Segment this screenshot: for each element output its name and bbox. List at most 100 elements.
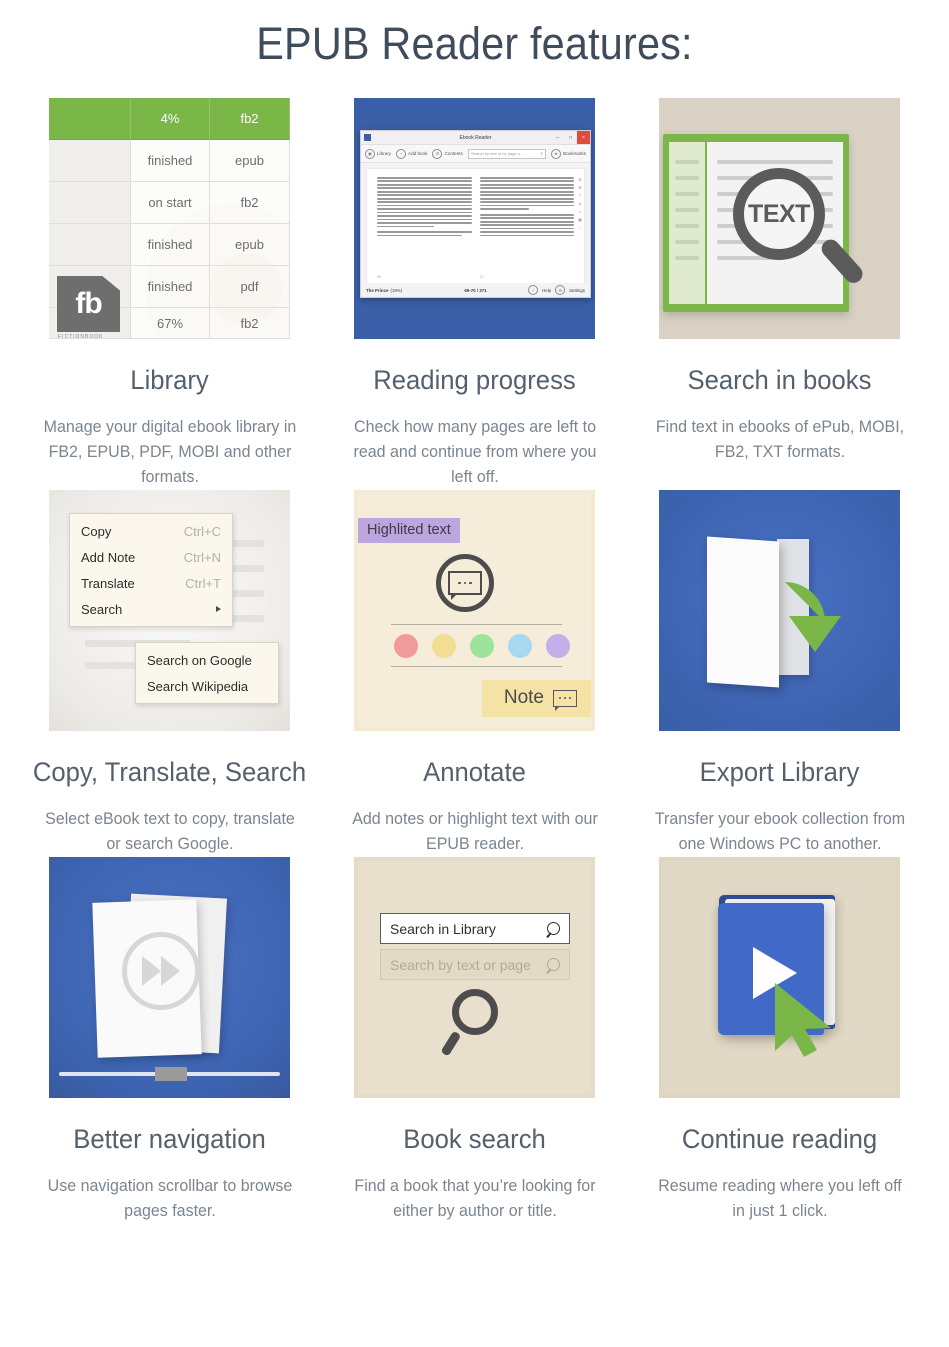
search-icon[interactable] <box>547 922 560 936</box>
note-badge-label: Note <box>503 687 544 709</box>
feature-card-book-search: Search in Library Search by text or page… <box>322 857 627 1224</box>
table-header-cell-progress: 4% <box>131 98 210 140</box>
font-icon[interactable]: A <box>579 201 582 206</box>
search-in-books-thumbnail[interactable]: TEXT <box>659 98 900 339</box>
toolbar-bookmarks-label: Bookmarks <box>563 151 586 156</box>
feature-title: Annotate <box>423 757 526 788</box>
search-icon: ⚲ <box>540 151 544 156</box>
bookmark-icon: ★ <box>551 148 562 159</box>
layout-icon[interactable]: ▦ <box>578 217 582 222</box>
magnifier-icon: TEXT <box>733 168 825 260</box>
toolbar-contents-button[interactable]: ☰ Contents <box>432 148 463 159</box>
table-cell-status: finished <box>131 224 210 266</box>
menu-item-shortcut: Ctrl+T <box>185 575 221 591</box>
brightness-icon[interactable]: ☼ <box>578 209 582 214</box>
page-column-left: 69 <box>377 177 472 283</box>
minimize-icon[interactable]: – <box>551 131 564 144</box>
feature-title: Reading progress <box>373 365 576 395</box>
feature-description: Manage your digital ebook library in FB2… <box>43 417 296 487</box>
toolbar-contents-label: Contents <box>444 151 463 156</box>
paragraph <box>479 177 574 210</box>
feature-description: Resume reading where you left off in jus… <box>657 1177 902 1221</box>
toolbar-add-book-button[interactable]: + Add book <box>396 148 427 159</box>
table-cell-format: epub <box>210 224 290 266</box>
highlighted-text: Highlited text <box>358 518 460 544</box>
menu-item-translate[interactable]: Translate Ctrl+T <box>70 570 232 596</box>
app-window: Ebook Reader – □ × ▣ Library + Add book … <box>360 130 591 298</box>
window-titlebar: Ebook Reader – □ × <box>361 131 590 145</box>
features-grid: 4% fb2 finished epub on start fb2 finish… <box>0 98 949 1224</box>
paragraph <box>479 213 574 237</box>
menu-item-add-note[interactable]: Add Note Ctrl+N <box>70 544 232 570</box>
better-navigation-thumbnail[interactable] <box>49 857 290 1099</box>
toolbar-library-button[interactable]: ▣ Library <box>365 148 391 159</box>
library-icon: ▣ <box>365 148 375 159</box>
document-front-icon <box>707 536 779 688</box>
app-toolbar: ▣ Library + Add book ☰ Contents Search b… <box>361 145 590 163</box>
annotate-thumbnail[interactable]: Highlited text Note <box>354 490 595 732</box>
more-icon[interactable]: ⋯ <box>578 225 582 230</box>
app-search-input[interactable]: Search by text or by page n... ⚲ <box>468 148 547 159</box>
page-number-right: 70 <box>479 275 484 279</box>
color-swatch-blue[interactable] <box>508 634 532 659</box>
feature-title: Better navigation <box>73 1124 266 1155</box>
library-search-value: Search in Library <box>390 920 496 937</box>
library-thumbnail[interactable]: 4% fb2 finished epub on start fb2 finish… <box>49 98 290 339</box>
feature-description: Find a book that you’re looking for eith… <box>353 1177 596 1221</box>
table-cell-status: finished <box>131 266 210 308</box>
toolbar-bookmarks-button[interactable]: ★ Bookmarks <box>551 148 586 159</box>
close-icon[interactable]: × <box>577 131 590 144</box>
highlight-color-swatches[interactable] <box>394 634 570 659</box>
table-cell-status: finished <box>131 140 210 182</box>
menu-item-label: Translate <box>81 575 135 591</box>
note-bubble-icon <box>436 554 494 613</box>
context-menu[interactable]: Copy Ctrl+C Add Note Ctrl+N Translate Ct… <box>69 513 233 628</box>
list-icon[interactable]: ☰ <box>578 185 582 190</box>
color-swatch-yellow[interactable] <box>432 634 456 659</box>
color-swatch-red[interactable] <box>394 634 418 659</box>
submenu-item-search-google[interactable]: Search on Google <box>136 647 278 673</box>
menu-item-copy[interactable]: Copy Ctrl+C <box>70 518 232 544</box>
feature-title: Search in books <box>687 365 872 395</box>
text-page-search-input[interactable]: Search by text or page <box>380 949 570 981</box>
paragraph <box>377 231 472 237</box>
table-cell-format: fb2 <box>210 308 290 339</box>
context-menu-thumbnail[interactable]: Copy Ctrl+C Add Note Ctrl+N Translate Ct… <box>49 490 290 732</box>
fast-forward-icon <box>122 932 200 1011</box>
fullscreen-icon[interactable]: ⛭ <box>578 177 581 182</box>
reading-progress-thumbnail[interactable]: Ebook Reader – □ × ▣ Library + Add book … <box>354 98 595 339</box>
annotate-canvas: Highlited text Note <box>358 494 591 728</box>
continue-reading-canvas <box>663 861 896 1095</box>
submenu-item-label: Search Wikipedia <box>147 678 249 694</box>
app-statusbar: The Prince (19%) 69-70 / 371 ? Help ⚙ Se… <box>361 283 590 297</box>
submenu-item-search-wikipedia[interactable]: Search Wikipedia <box>136 673 278 699</box>
feature-title: Book search <box>403 1124 546 1155</box>
submenu-item-label: Search on Google <box>147 652 252 668</box>
page-side-toolbar[interactable]: ⛭ ☰ ⚐ A ☼ ▦ ⋯ <box>578 177 582 230</box>
export-arrow-head-icon <box>789 616 841 653</box>
feature-card-library: 4% fb2 finished epub on start fb2 finish… <box>17 98 322 490</box>
maximize-icon[interactable]: □ <box>564 131 577 144</box>
contents-icon: ☰ <box>432 148 443 159</box>
status-page-counter: 69-70 / 371 <box>464 287 487 293</box>
book-search-thumbnail[interactable]: Search in Library Search by text or page <box>354 857 595 1099</box>
magnifier-text-label: TEXT <box>748 199 810 228</box>
export-library-thumbnail[interactable] <box>659 490 900 732</box>
scrollbar-thumb[interactable] <box>155 1067 187 1082</box>
note-badge[interactable]: Note <box>481 680 591 718</box>
continue-reading-thumbnail[interactable] <box>659 857 900 1099</box>
color-swatch-purple[interactable] <box>546 634 570 659</box>
book-page-left <box>669 142 705 304</box>
library-search-input[interactable]: Search in Library <box>380 913 570 945</box>
feature-card-search-in-books: TEXT Search in books Find text in ebooks… <box>627 98 932 490</box>
fb2-icon-sublabel: FICTIONBOOK <box>58 334 104 339</box>
table-cell-status: 67% <box>131 308 210 339</box>
color-swatch-green[interactable] <box>470 634 494 659</box>
feature-card-export-library: Export Library Transfer your ebook colle… <box>627 490 932 857</box>
menu-item-search[interactable]: Search <box>70 596 232 622</box>
context-submenu[interactable]: Search on Google Search Wikipedia <box>135 642 279 705</box>
magnifier-icon <box>452 989 498 1036</box>
bookmark-side-icon[interactable]: ⚐ <box>578 193 582 198</box>
table-cell-format: fb2 <box>210 182 290 224</box>
table-header-cell <box>49 98 131 140</box>
